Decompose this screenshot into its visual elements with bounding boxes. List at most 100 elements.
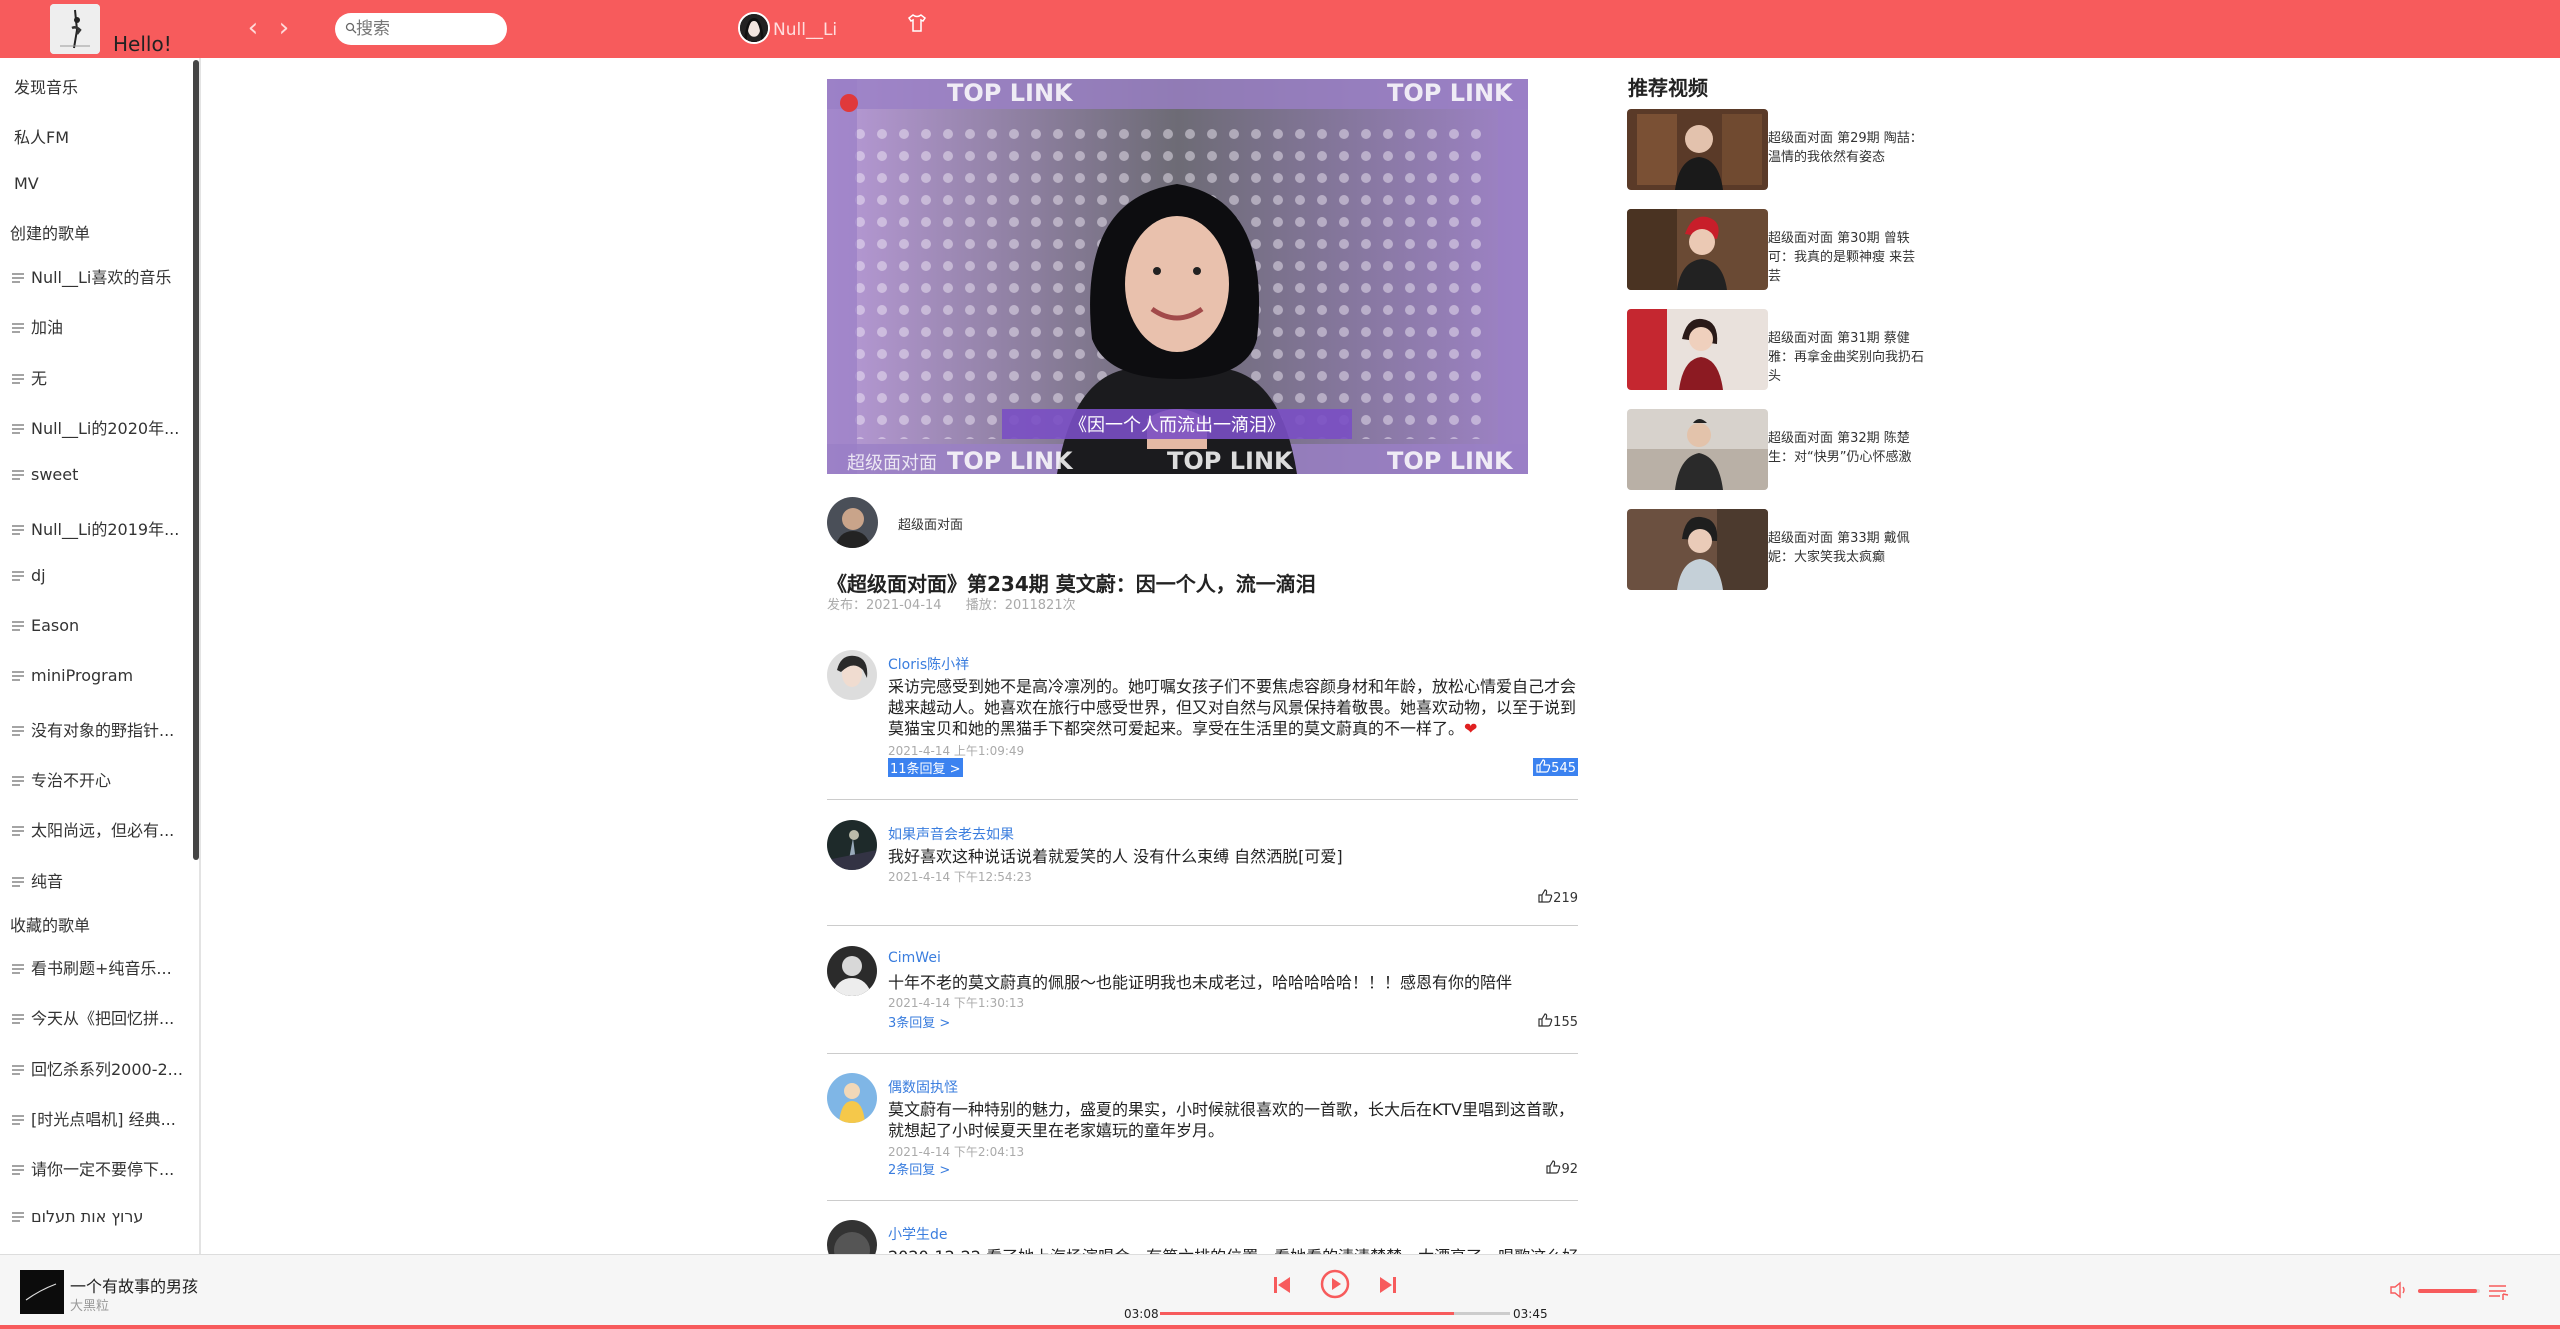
- playlist-icon: [12, 964, 24, 974]
- song-title[interactable]: 一个有故事的男孩: [70, 1273, 198, 1297]
- like-button[interactable]: 92: [1545, 1159, 1578, 1177]
- user-avatar[interactable]: [738, 12, 770, 44]
- comment-user[interactable]: CimWei: [888, 950, 941, 966]
- song-artist[interactable]: 大黑粒: [70, 1295, 109, 1314]
- playlist-icon: [12, 1211, 24, 1222]
- sidebar-playlist-label: 纯音: [31, 871, 64, 891]
- comment-time: 2021-4-14 下午12:54:23: [888, 870, 1032, 884]
- next-icon[interactable]: [1379, 1275, 1397, 1295]
- recommended-thumbnail[interactable]: [1627, 409, 1768, 490]
- sidebar-playlist-label: 看书刷题+纯音乐...: [31, 959, 172, 978]
- comment-replies-link[interactable]: 11条回复 >: [888, 758, 963, 777]
- sidebar-playlist-item[interactable]: Eason: [12, 616, 79, 646]
- play-pause-icon[interactable]: [1320, 1269, 1350, 1299]
- sidebar-playlist-item[interactable]: 加油: [12, 314, 63, 344]
- sidebar-playlist-label: Null__Li的2019年...: [31, 519, 180, 539]
- sidebar-item-discover[interactable]: 发现音乐: [14, 74, 78, 104]
- recommended-thumbnail[interactable]: [1627, 109, 1768, 190]
- top-bar: Hello! ‹ › Null__Li: [0, 0, 2560, 58]
- sidebar-playlist-item[interactable]: 请你一定不要停下...: [12, 1156, 174, 1186]
- video-watermark-bottom-3: TOP LINK: [1387, 447, 1514, 474]
- video-watermark-bottom-2: TOP LINK: [1167, 447, 1294, 474]
- comment-replies-link[interactable]: 2条回复 >: [888, 1159, 950, 1178]
- previous-icon[interactable]: [1273, 1275, 1291, 1295]
- comment-avatar[interactable]: [827, 650, 877, 700]
- comment-item: 偶数固执怪 莫文蔚有一种特别的魅力，盛夏的果实，小时候就很喜欢的一首歌，长大后在…: [827, 1073, 1578, 1201]
- sidebar-playlist-label: Null__Li的2020年...: [31, 418, 180, 438]
- user-name[interactable]: Null__Li: [773, 20, 837, 40]
- comment-user[interactable]: 如果声音会老去如果: [888, 824, 1014, 844]
- player-bottom-edge: [0, 1325, 2560, 1329]
- recommended-video-item[interactable]: 超级面对面 第32期 陈楚生：对“快男”仍心怀感激: [1627, 409, 1927, 491]
- sidebar-item-fm[interactable]: 私人FM: [14, 124, 69, 154]
- comment-replies-link[interactable]: 3条回复 >: [888, 1012, 950, 1031]
- sidebar-playlist-item[interactable]: 纯音: [12, 868, 63, 898]
- comment-avatar[interactable]: [827, 946, 877, 996]
- video-player[interactable]: 《因一个人而流出一滴泪》 TOP LINK TOP LINK TOP LINK …: [827, 79, 1528, 474]
- forward-arrow-icon[interactable]: ›: [273, 15, 295, 41]
- sidebar-playlist-item[interactable]: sweet: [12, 465, 78, 495]
- volume-slider[interactable]: [2418, 1289, 2480, 1293]
- playlist-icon: [12, 373, 24, 384]
- recommended-thumbnail[interactable]: [1627, 209, 1768, 290]
- sidebar-playlist-label: Null__Li喜欢的音乐: [31, 268, 172, 287]
- recommended-video-item[interactable]: 超级面对面 第30期 曾轶可：我真的是颗神瘦 来芸芸: [1627, 209, 1927, 291]
- author-name[interactable]: 超级面对面: [898, 514, 963, 533]
- sidebar-playlist-label: sweet: [31, 465, 79, 485]
- playlist-icon[interactable]: [2488, 1283, 2510, 1301]
- playlist-icon: [12, 524, 24, 535]
- sidebar-item-mv[interactable]: MV: [14, 174, 39, 204]
- author-avatar[interactable]: [827, 497, 878, 548]
- recommended-video-title[interactable]: 超级面对面 第30期 曾轶可：我真的是颗神瘦 来芸芸: [1768, 229, 1928, 286]
- comment-user[interactable]: 偶数固执怪: [888, 1077, 958, 1097]
- recommended-video-title[interactable]: 超级面对面 第29期 陶喆：温情的我依然有姿态: [1768, 129, 1928, 167]
- sidebar-playlist-label: 加油: [31, 318, 64, 338]
- recommended-video-title[interactable]: 超级面对面 第32期 陈楚生：对“快男”仍心怀感激: [1768, 429, 1928, 467]
- sidebar-playlist-item[interactable]: dj: [12, 566, 46, 596]
- recommended-video-item[interactable]: 超级面对面 第29期 陶喆：温情的我依然有姿态: [1627, 109, 1927, 191]
- like-button[interactable]: 219: [1537, 888, 1578, 906]
- sidebar-playlist-item[interactable]: 看书刷题+纯音乐...: [12, 955, 172, 985]
- recommended-thumbnail[interactable]: [1627, 309, 1768, 390]
- sidebar-scrollbar[interactable]: [193, 60, 199, 860]
- sidebar-playlist-item[interactable]: 回忆杀系列2000-2...: [12, 1056, 183, 1086]
- sidebar-playlist-item[interactable]: [时光点唱机] 经典...: [12, 1106, 176, 1136]
- back-arrow-icon[interactable]: ‹: [242, 15, 264, 41]
- sidebar-playlist-label: ערוץ אות תעלום: [31, 1206, 144, 1226]
- sidebar-playlist-label: 今天从《把回忆拼...: [31, 1009, 175, 1029]
- like-button[interactable]: 155: [1537, 1012, 1578, 1030]
- sidebar-playlist-item[interactable]: 无: [12, 365, 47, 395]
- sidebar-playlist-item[interactable]: ערוץ אות תעלום: [12, 1207, 143, 1237]
- comment-user[interactable]: 小学生de: [888, 1224, 948, 1244]
- sidebar-playlist-item[interactable]: 太阳尚远，但必有...: [12, 817, 174, 847]
- comment-avatar[interactable]: [827, 1220, 877, 1254]
- song-cover[interactable]: [20, 1270, 64, 1314]
- sidebar-playlist-item[interactable]: miniProgram: [12, 666, 133, 696]
- search-input[interactable]: [352, 17, 502, 41]
- comment-time: 2021-4-14 上午1:09:49: [888, 744, 1025, 758]
- recommended-video-title[interactable]: 超级面对面 第31期 蔡健雅：再拿金曲奖别向我扔石头: [1768, 329, 1928, 386]
- thumb-up-icon: [1538, 1013, 1553, 1027]
- comment-text: 2020-12-22 看了她上海场演唱会，有第六排的位置，看她看的清清楚楚，太漂…: [888, 1246, 1578, 1254]
- sidebar-playlist-item[interactable]: Null__Li的2020年...: [12, 415, 179, 445]
- sidebar-playlist-item[interactable]: 没有对象的野指针...: [12, 717, 174, 747]
- recommended-video-title[interactable]: 超级面对面 第33期 戴佩妮：大家笑我太疯癫: [1768, 529, 1928, 567]
- sidebar-playlist-item[interactable]: Null__Li喜欢的音乐: [12, 264, 171, 294]
- recommended-video-item[interactable]: 超级面对面 第31期 蔡健雅：再拿金曲奖别向我扔石头: [1627, 309, 1927, 391]
- sidebar-playlist-item[interactable]: 今天从《把回忆拼...: [12, 1005, 174, 1035]
- sidebar-playlist-label: 无: [31, 368, 48, 388]
- volume-icon[interactable]: [2389, 1281, 2409, 1299]
- recommended-thumbnail[interactable]: [1627, 509, 1768, 590]
- like-button[interactable]: 545: [1533, 758, 1578, 776]
- tshirt-icon[interactable]: [906, 12, 928, 34]
- sidebar-playlist-label: 太阳尚远，但必有...: [31, 821, 175, 841]
- comment-avatar[interactable]: [827, 820, 877, 870]
- sidebar-playlist-label: 没有对象的野指针...: [31, 720, 175, 740]
- comment-user[interactable]: Cloris陈小祥: [888, 654, 969, 674]
- sidebar-playlist-item[interactable]: 专治不开心: [12, 767, 111, 797]
- search-box[interactable]: [335, 13, 507, 45]
- sidebar-playlist-item[interactable]: Null__Li的2019年...: [12, 516, 179, 546]
- comment-avatar[interactable]: [827, 1073, 877, 1123]
- recommended-video-item[interactable]: 超级面对面 第33期 戴佩妮：大家笑我太疯癫: [1627, 509, 1927, 591]
- progress-bar[interactable]: [1160, 1312, 1510, 1315]
